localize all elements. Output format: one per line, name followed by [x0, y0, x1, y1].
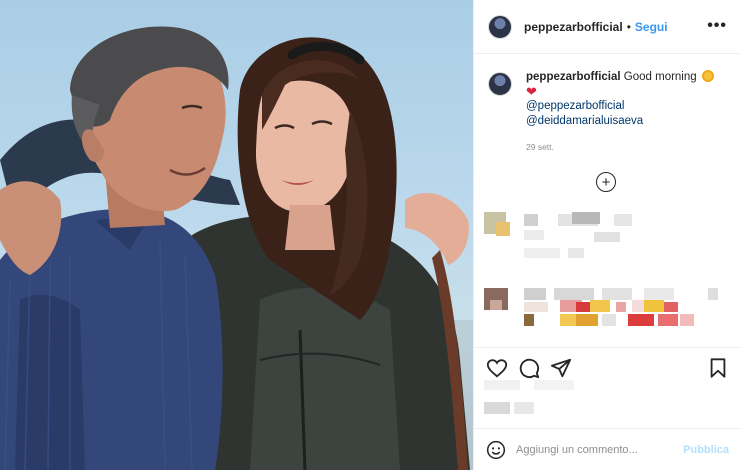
caption-body: peppezarbofficial Good morning ❤ @peppez… — [526, 70, 728, 155]
blurred-comment — [484, 210, 724, 258]
publish-button[interactable]: Pubblica — [683, 444, 729, 456]
red-heart-emoji-icon: ❤ — [526, 84, 537, 99]
add-comment-bar: Pubblica — [474, 428, 740, 470]
load-more-comments-button[interactable]: + — [596, 172, 616, 192]
post-photo[interactable] — [0, 0, 473, 470]
blurred-likes — [484, 380, 604, 420]
follow-button[interactable]: Segui — [635, 20, 668, 34]
comment-input[interactable] — [516, 443, 684, 456]
mention-link[interactable]: @peppezarbofficial — [526, 99, 728, 114]
caption-username[interactable]: peppezarbofficial — [526, 71, 621, 83]
post-date[interactable]: 29 sett. — [526, 140, 728, 155]
comment-icon[interactable] — [518, 357, 540, 379]
bookmark-icon[interactable] — [707, 357, 729, 379]
emoji-icon[interactable] — [486, 440, 506, 460]
mention-link[interactable]: @deiddamarialuisaeva — [526, 114, 728, 129]
more-options-icon[interactable]: ••• — [707, 17, 727, 35]
caption-text: Good morning — [623, 71, 697, 83]
post-header: peppezarbofficial • Segui ••• — [474, 0, 740, 54]
heart-icon[interactable] — [486, 357, 508, 379]
separator-dot: • — [626, 19, 631, 34]
couple-photo-illustration — [0, 26, 473, 470]
header-username[interactable]: peppezarbofficial — [524, 20, 623, 34]
caption: peppezarbofficial Good morning ❤ @peppez… — [488, 70, 728, 155]
post-side-panel: peppezarbofficial • Segui ••• peppezarbo… — [473, 0, 740, 470]
blurred-comment — [484, 286, 724, 326]
caption-avatar[interactable] — [488, 72, 512, 96]
sun-emoji-icon — [701, 70, 714, 82]
avatar[interactable] — [488, 14, 512, 39]
share-icon[interactable] — [550, 357, 572, 379]
